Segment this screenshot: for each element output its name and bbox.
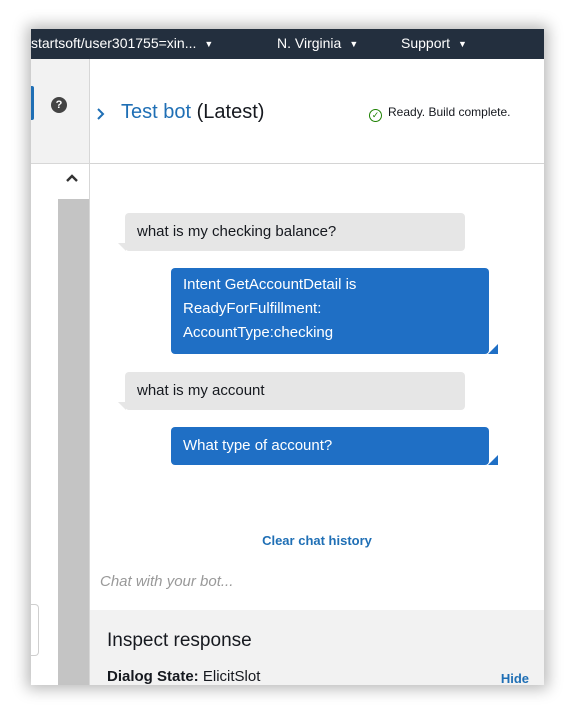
message-text: What type of account? bbox=[183, 437, 333, 454]
clear-chat-history-link[interactable]: Clear chat history bbox=[90, 533, 544, 548]
build-status: ✓ Ready. Build complete. bbox=[369, 105, 511, 122]
user-message: what is my account bbox=[118, 372, 465, 410]
chat-input[interactable] bbox=[100, 569, 530, 593]
chevron-up-icon-svg bbox=[66, 174, 78, 182]
inspect-response-section: Inspect response Dialog State: ElicitSlo… bbox=[90, 610, 544, 685]
help-circle-icon[interactable]: ? bbox=[51, 97, 67, 113]
user-message: what is my checking balance? bbox=[118, 213, 465, 251]
hide-link[interactable]: Hide bbox=[501, 671, 529, 685]
test-bot-header: Test bot (Latest) ✓ Ready. Build complete… bbox=[90, 59, 544, 164]
chevron-right-icon[interactable] bbox=[96, 105, 106, 126]
chevron-up-icon[interactable] bbox=[62, 171, 82, 187]
bot-message: What type of account? bbox=[171, 427, 498, 465]
dialog-state-label: Dialog State: bbox=[107, 668, 199, 685]
check-circle-icon: ✓ bbox=[369, 109, 382, 122]
test-bot-link[interactable]: Test bot bbox=[121, 101, 191, 123]
caret-down-icon: ▼ bbox=[204, 39, 214, 49]
caret-down-icon: ▼ bbox=[458, 39, 467, 49]
top-navigation-bar: startsoft/user301755=xin... ▼ N. Virginia… bbox=[31, 29, 544, 59]
chevron-right-icon-svg bbox=[97, 108, 105, 120]
primary-button-edge[interactable] bbox=[31, 86, 34, 120]
account-label: startsoft/user301755=xin... bbox=[31, 35, 197, 51]
message-text: what is my checking balance? bbox=[137, 223, 337, 240]
collapsed-panel-edge bbox=[31, 604, 39, 656]
caret-down-icon: ▼ bbox=[349, 39, 359, 49]
version-label: (Latest) bbox=[191, 101, 265, 123]
dialog-state: Dialog State: ElicitSlot bbox=[107, 668, 260, 685]
message-text: what is my account bbox=[137, 382, 265, 399]
message-line: AccountType:checking bbox=[183, 324, 334, 341]
account-menu[interactable]: startsoft/user301755=xin... ▼ bbox=[31, 29, 213, 59]
support-label: Support bbox=[401, 35, 451, 51]
bot-message: Intent GetAccountDetail is ReadyForFulfi… bbox=[171, 268, 498, 354]
scrollbar-track[interactable] bbox=[58, 199, 89, 685]
region-label: N. Virginia bbox=[277, 35, 342, 51]
message-line: Intent GetAccountDetail is bbox=[183, 276, 357, 293]
left-sidebar-header: ? bbox=[31, 59, 89, 164]
dialog-state-value: ElicitSlot bbox=[198, 668, 261, 685]
inspect-response-title: Inspect response bbox=[107, 630, 252, 651]
console-window: startsoft/user301755=xin... ▼ N. Virginia… bbox=[31, 29, 544, 685]
support-menu[interactable]: Support ▼ bbox=[401, 29, 467, 59]
build-status-text: Ready. Build complete. bbox=[388, 105, 511, 119]
message-line: ReadyForFulfillment: bbox=[183, 300, 322, 317]
left-sidebar: ? bbox=[31, 59, 90, 685]
panel-title: Test bot (Latest) bbox=[121, 101, 264, 124]
region-menu[interactable]: N. Virginia ▼ bbox=[277, 29, 358, 59]
test-bot-panel: Test bot (Latest) ✓ Ready. Build complete… bbox=[90, 59, 544, 685]
